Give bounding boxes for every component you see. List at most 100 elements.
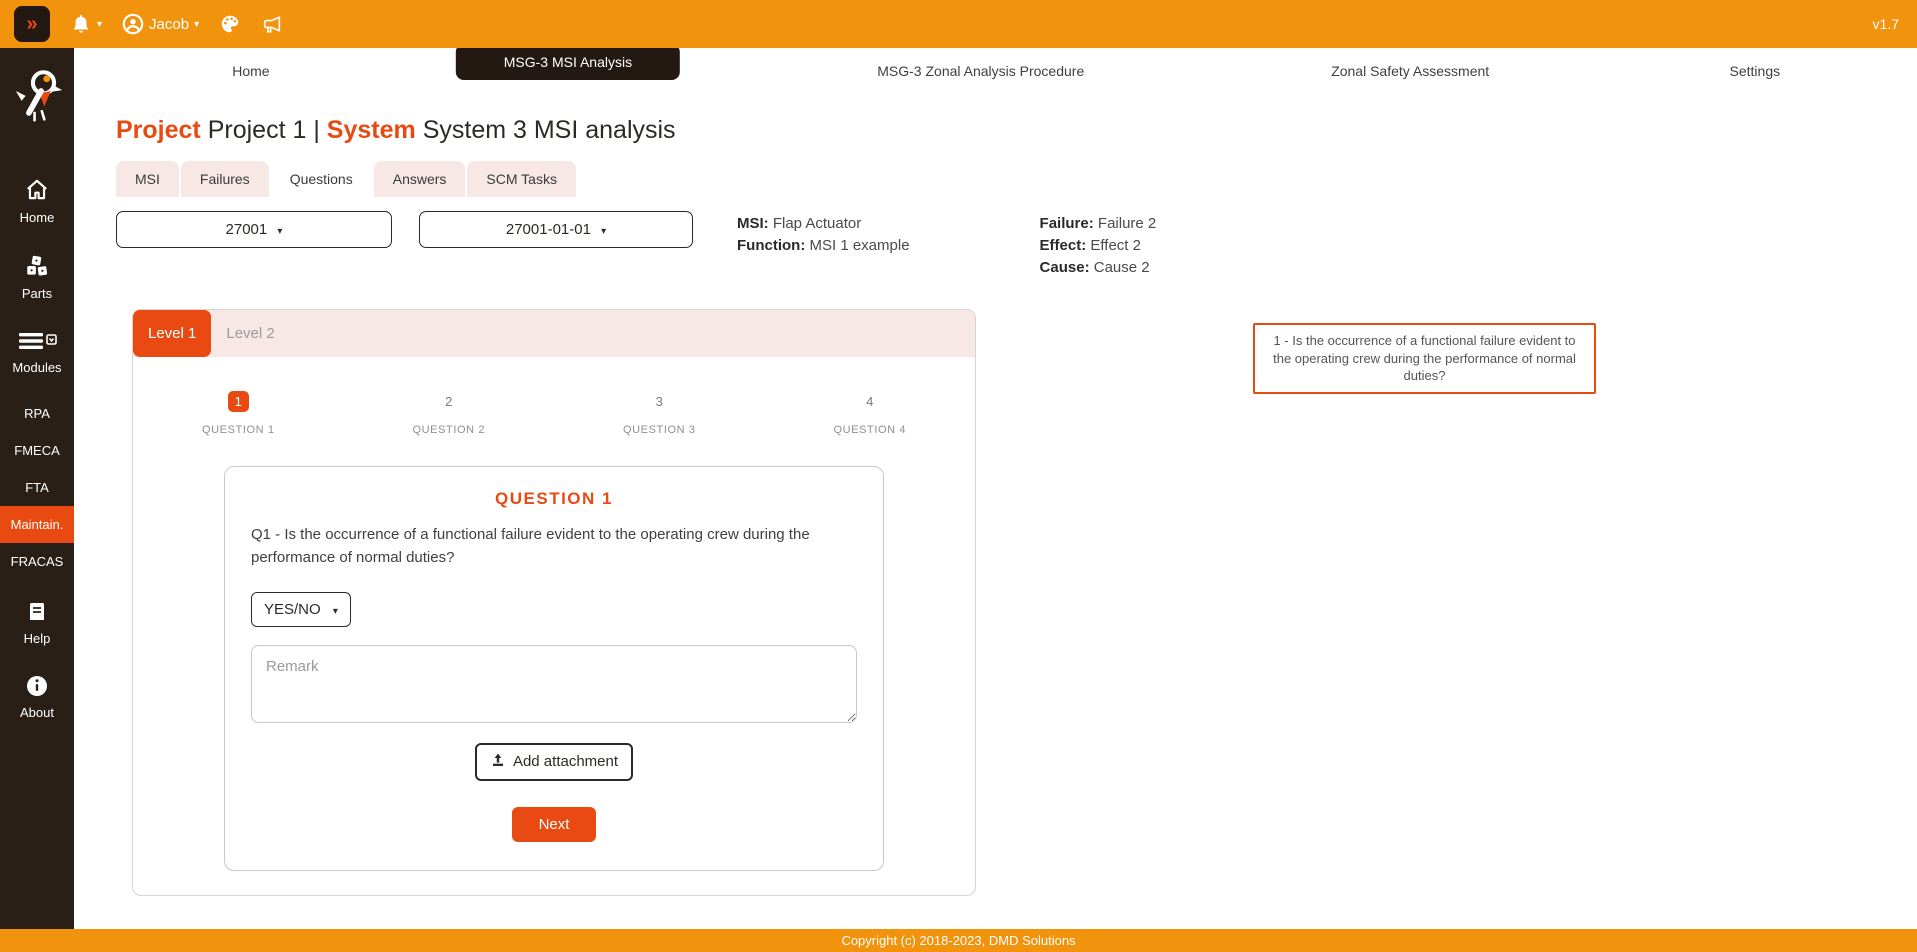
sidebar-item-label: FTA — [25, 480, 49, 495]
user-menu[interactable]: Jacob ▾ — [122, 13, 199, 35]
next-button[interactable]: Next — [511, 806, 597, 842]
cubes-icon — [0, 253, 74, 282]
megaphone-icon — [261, 13, 283, 35]
question-stepper: 1 QUESTION 1 2 QUESTION 2 3 QUESTION 3 4… — [133, 391, 975, 436]
main-content: Home MSG-3 MSI Analysis MSG-3 Zonal Anal… — [74, 48, 1917, 929]
sidebar-item-fracas[interactable]: FRACAS — [0, 543, 74, 580]
chevron-down-icon: ▾ — [277, 226, 283, 237]
sidebar-item-fmeca[interactable]: FMECA — [0, 432, 74, 469]
nav-item-settings[interactable]: Settings — [1730, 63, 1781, 79]
sidebar-item-label: Help — [23, 631, 51, 646]
answer-select[interactable]: YES/NO ▾ — [251, 591, 351, 627]
footer: Copyright (c) 2018-2023, DMD Solutions — [0, 929, 1917, 952]
app-version: v1.7 — [1872, 16, 1899, 32]
user-name: Jacob — [149, 15, 190, 33]
chevron-down-icon: ▾ — [601, 226, 607, 237]
failure-code-select[interactable]: 27001-01-01 ▾ — [419, 211, 693, 248]
stepper-question-1[interactable]: 1 QUESTION 1 — [133, 391, 344, 436]
theme-button[interactable] — [219, 13, 241, 35]
tab-failures[interactable]: Failures — [180, 161, 269, 197]
app-window: » ▾ Jacob ▾ v1.7 Home Parts Modules RPA … — [0, 0, 1917, 952]
sidebar-item-label: RPA — [24, 406, 50, 421]
cause-value: Cause 2 — [1093, 259, 1150, 276]
step-number: 3 — [655, 394, 663, 409]
sidebar-item-home[interactable]: Home — [0, 169, 74, 233]
function-value: MSI 1 example — [809, 237, 910, 254]
step-label: QUESTION 4 — [833, 424, 907, 436]
msi-number-value: 27001 — [225, 221, 268, 238]
question-card-title: QUESTION 1 — [495, 489, 613, 508]
remark-textarea[interactable] — [251, 644, 857, 723]
sidebar-item-label: FMECA — [14, 443, 60, 458]
stepper-question-4[interactable]: 4 QUESTION 4 — [765, 391, 976, 436]
upload-icon — [490, 752, 506, 772]
analysis-tabs: MSI Failures Questions Answers SCM Tasks — [116, 161, 1917, 197]
add-attachment-button[interactable]: Add attachment — [474, 742, 634, 781]
question-card: QUESTION 1 Q1 - Is the occurrence of a f… — [224, 466, 884, 871]
tab-level-2[interactable]: Level 2 — [211, 310, 289, 357]
step-label: QUESTION 2 — [412, 424, 486, 436]
bell-icon — [70, 13, 92, 35]
tab-scm-tasks[interactable]: SCM Tasks — [467, 161, 576, 197]
stepper-question-3[interactable]: 3 QUESTION 3 — [554, 391, 765, 436]
nav-item-zonal-safety[interactable]: Zonal Safety Assessment — [1331, 63, 1489, 79]
home-icon — [0, 177, 74, 206]
project-value: Project 1 — [207, 116, 307, 144]
failure-info: Failure: Failure 2 Effect: Effect 2 Caus… — [1040, 211, 1157, 279]
sidebar-item-label: Parts — [21, 286, 53, 301]
answer-value: YES/NO — [264, 600, 321, 618]
sidebar-item-help[interactable]: Help — [0, 592, 74, 654]
msi-number-select[interactable]: 27001 ▾ — [116, 211, 392, 248]
cause-label: Cause: — [1039, 259, 1090, 276]
sidebar-item-maintain[interactable]: Maintain. — [0, 506, 74, 543]
sidebar-item-fta[interactable]: FTA — [0, 469, 74, 506]
sidebar-item-label: Modules — [12, 360, 62, 375]
effect-value: Effect 2 — [1090, 237, 1141, 254]
step-label: QUESTION 3 — [622, 424, 696, 436]
topbar: » ▾ Jacob ▾ v1.7 — [0, 0, 1917, 48]
app-logo-bird-icon — [11, 66, 63, 129]
chevron-down-icon: ▾ — [332, 605, 338, 617]
user-avatar-icon — [122, 13, 144, 35]
announcements-button[interactable] — [261, 13, 283, 35]
stepper-question-2[interactable]: 2 QUESTION 2 — [344, 391, 555, 436]
sidebar-item-parts[interactable]: Parts — [0, 245, 74, 309]
tab-msi[interactable]: MSI — [116, 161, 179, 197]
menu-bars-icon — [0, 329, 74, 356]
step-number: 1 — [227, 391, 249, 412]
nav-item-home[interactable]: Home — [232, 63, 269, 79]
chevron-down-icon: ▾ — [97, 18, 103, 30]
function-label: Function: — [737, 237, 806, 254]
question-hint-box: 1 - Is the occurrence of a functional fa… — [1253, 323, 1596, 394]
nav-item-msg3-msi-analysis[interactable]: MSG-3 MSI Analysis — [455, 48, 681, 80]
sidebar-item-label: Home — [19, 210, 55, 225]
nav-item-msg3-zonal-analysis[interactable]: MSG-3 Zonal Analysis Procedure — [877, 63, 1084, 79]
tab-answers[interactable]: Answers — [373, 161, 466, 197]
msi-info: MSI: Flap Actuator Function: MSI 1 examp… — [737, 211, 910, 257]
tab-level-1[interactable]: Level 1 — [133, 310, 212, 357]
sidebar-item-modules[interactable]: Modules — [0, 321, 74, 383]
top-nav: Home MSG-3 MSI Analysis MSG-3 Zonal Anal… — [74, 48, 1917, 94]
page-title: Project Project 1 | System System 3 MSI … — [116, 116, 1917, 145]
system-label: System — [326, 116, 416, 144]
book-icon — [0, 600, 74, 627]
notifications-menu[interactable]: ▾ — [70, 13, 102, 35]
chevron-down-icon: ▾ — [194, 18, 200, 30]
step-number: 2 — [445, 394, 453, 409]
palette-icon — [219, 13, 241, 35]
sidebar-item-label: FRACAS — [10, 554, 64, 569]
selection-row: 27001 ▾ 27001-01-01 ▾ MSI: Flap Actuator… — [116, 211, 1917, 279]
sidebar-item-label: Maintain. — [10, 517, 64, 532]
project-label: Project — [116, 116, 201, 144]
tab-questions[interactable]: Questions — [270, 161, 372, 197]
sidebar-collapse-button[interactable]: » — [14, 6, 50, 42]
question-text: Q1 - Is the occurrence of a functional f… — [251, 526, 810, 567]
msi-label: MSI: — [737, 215, 769, 232]
sidebar-item-about[interactable]: About — [0, 666, 74, 728]
failure-label: Failure: — [1039, 215, 1094, 232]
add-attachment-label: Add attachment — [512, 753, 619, 770]
system-value: System 3 MSI analysis — [422, 116, 676, 144]
failure-value: Failure 2 — [1097, 215, 1157, 232]
sidebar-item-rpa[interactable]: RPA — [0, 395, 74, 432]
level-tabs: Level 1 Level 2 — [133, 310, 975, 357]
